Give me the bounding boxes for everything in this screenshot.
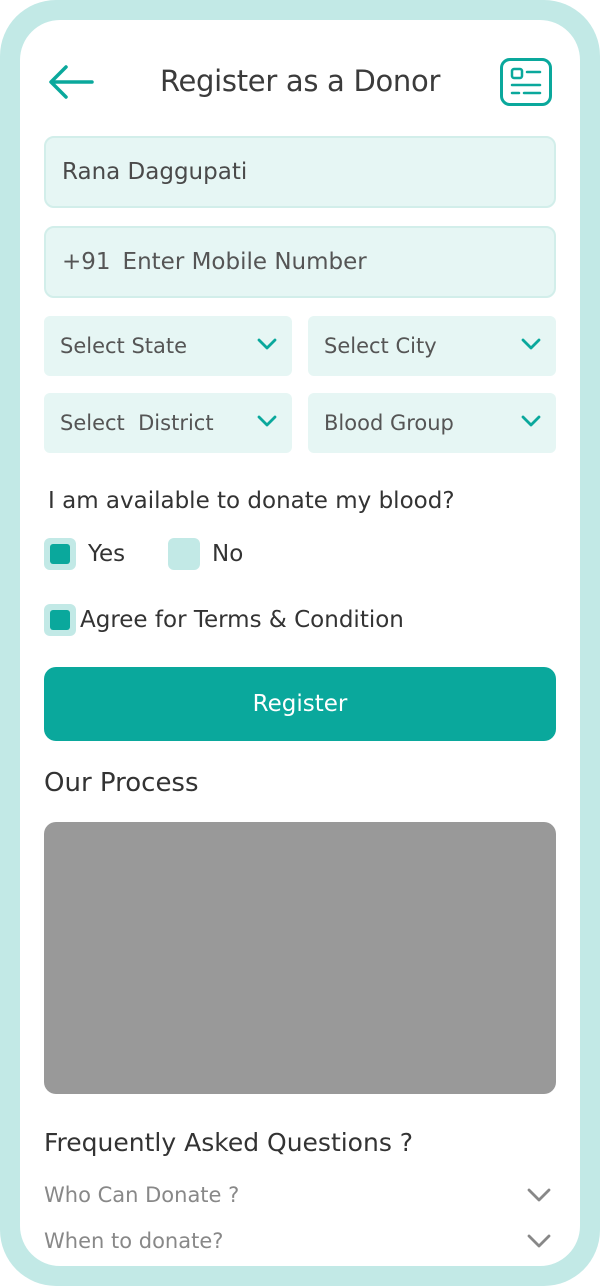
phone-frame: Register as a Donor Rana Daggupati +91 E… (0, 0, 600, 1286)
app-screen: Register as a Donor Rana Daggupati +91 E… (20, 20, 580, 1266)
process-image-placeholder (44, 822, 556, 1094)
chevron-down-icon (527, 1234, 551, 1248)
terms-option[interactable]: Agree for Terms & Condition (44, 604, 404, 636)
mobile-placeholder: Enter Mobile Number (122, 249, 367, 275)
district-select-label: Select District (60, 411, 214, 435)
no-label: No (212, 541, 244, 567)
chevron-down-icon (257, 338, 277, 350)
register-button[interactable]: Register (44, 667, 556, 741)
state-select[interactable]: Select State (44, 316, 292, 376)
name-field[interactable]: Rana Daggupati (44, 136, 556, 208)
id-card-icon (510, 67, 542, 95)
city-select-label: Select City (324, 334, 437, 358)
faq-item[interactable]: When to donate? (44, 1223, 556, 1259)
no-option[interactable]: No (168, 538, 243, 570)
terms-checkbox[interactable] (44, 604, 76, 636)
faq-question: Who Can Donate ? (44, 1183, 240, 1207)
availability-question: I am available to donate my blood? (48, 488, 455, 514)
faq-item[interactable]: Who Can Donate ? (44, 1177, 556, 1213)
chevron-down-icon (257, 415, 277, 427)
country-code-prefix: +91 (62, 249, 111, 275)
city-select[interactable]: Select City (308, 316, 556, 376)
no-checkbox[interactable] (168, 538, 200, 570)
mobile-number-field[interactable]: +91 Enter Mobile Number (44, 226, 556, 298)
process-section-title: Our Process (44, 768, 199, 798)
name-value: Rana Daggupati (62, 159, 248, 185)
chevron-down-icon (521, 415, 541, 427)
chevron-down-icon (527, 1188, 551, 1202)
page-title: Register as a Donor (159, 64, 441, 98)
yes-label: Yes (88, 541, 126, 567)
header: Register as a Donor (20, 20, 580, 145)
yes-checkbox[interactable] (44, 538, 76, 570)
blood-group-select-label: Blood Group (324, 411, 454, 435)
faq-section-title: Frequently Asked Questions ? (44, 1128, 414, 1157)
faq-question: When to donate? (44, 1229, 224, 1253)
district-select[interactable]: Select District (44, 393, 292, 453)
state-select-label: Select State (60, 334, 188, 358)
chevron-down-icon (521, 338, 541, 350)
blood-group-select[interactable]: Blood Group (308, 393, 556, 453)
id-card-button[interactable] (500, 58, 552, 106)
terms-label: Agree for Terms & Condition (80, 607, 404, 633)
yes-option[interactable]: Yes (44, 538, 125, 570)
